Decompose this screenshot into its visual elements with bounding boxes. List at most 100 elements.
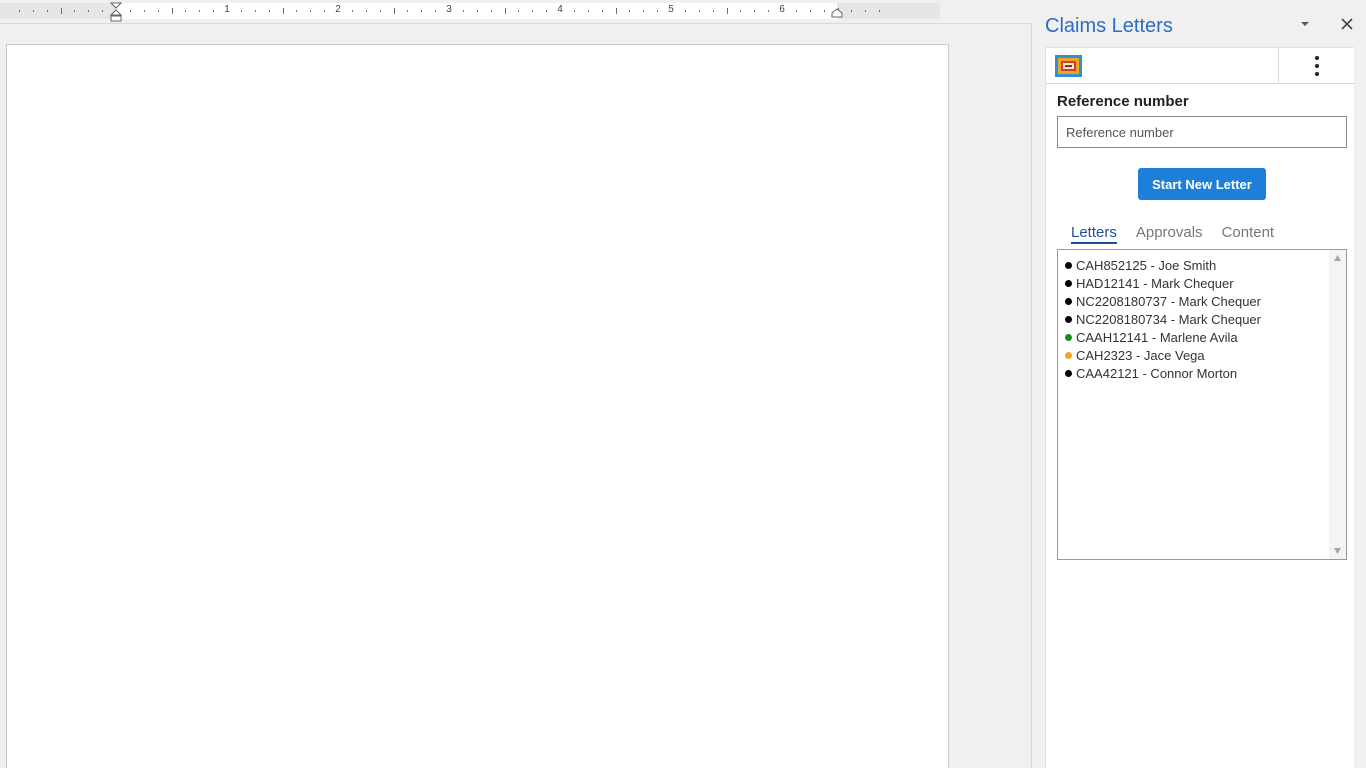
ruler-tick bbox=[379, 10, 381, 12]
list-items: CAH852125 - Joe Smith HAD12141 - Mark Che… bbox=[1065, 256, 1325, 382]
ruler-tick bbox=[504, 8, 506, 14]
ruler-tick bbox=[726, 8, 728, 14]
status-dot-icon bbox=[1065, 315, 1072, 323]
ruler-tick bbox=[573, 10, 575, 12]
status-dot-icon bbox=[1065, 333, 1072, 341]
ruler-tick bbox=[768, 10, 770, 12]
list-item-label: HAD12141 - Mark Chequer bbox=[1076, 275, 1234, 291]
ruler-number: 6 bbox=[779, 4, 785, 15]
ruler-tick bbox=[435, 10, 437, 12]
ruler-tick bbox=[171, 8, 173, 14]
list-item[interactable]: HAD12141 - Mark Chequer bbox=[1065, 274, 1325, 292]
ruler-number: 1 bbox=[224, 4, 230, 15]
ruler-tick bbox=[351, 10, 353, 12]
ruler-tick bbox=[712, 10, 714, 12]
ruler-tick bbox=[657, 10, 659, 12]
ruler-tick bbox=[462, 10, 464, 12]
status-dot-icon bbox=[1065, 297, 1072, 305]
ruler-tick bbox=[490, 10, 492, 12]
ruler-tick bbox=[851, 10, 853, 12]
ruler-number: 5 bbox=[668, 4, 674, 15]
ruler-tick bbox=[324, 10, 326, 12]
horizontal-ruler[interactable]: 1 2 3 4 5 6 bbox=[0, 0, 1032, 24]
scroll-down-icon[interactable] bbox=[1333, 547, 1342, 555]
list-item-label: NC2208180734 - Mark Chequer bbox=[1076, 311, 1261, 327]
ruler-tick bbox=[60, 8, 62, 14]
right-indent-marker-icon[interactable] bbox=[831, 8, 843, 18]
ruler-tick bbox=[185, 10, 187, 12]
list-item[interactable]: NC2208180734 - Mark Chequer bbox=[1065, 310, 1325, 328]
status-dot-icon bbox=[1065, 279, 1072, 287]
ruler-tick bbox=[407, 10, 409, 12]
ruler-tick bbox=[629, 10, 631, 12]
ruler-tick bbox=[643, 10, 645, 12]
ruler-tick bbox=[268, 10, 270, 12]
ruler-tick bbox=[879, 10, 881, 12]
ruler-tick bbox=[18, 10, 20, 12]
list-item[interactable]: CAA42121 - Connor Morton bbox=[1065, 364, 1325, 382]
status-dot-icon bbox=[1065, 261, 1072, 269]
ruler-tick bbox=[213, 10, 215, 12]
list-item[interactable]: CAAH12141 - Marlene Avila bbox=[1065, 328, 1325, 346]
ruler-number: 3 bbox=[446, 4, 452, 15]
status-dot-icon bbox=[1065, 351, 1072, 359]
start-new-letter-button[interactable]: Start New Letter bbox=[1138, 168, 1266, 200]
ruler-strip bbox=[0, 3, 940, 19]
list-item[interactable]: CAH852125 - Joe Smith bbox=[1065, 256, 1325, 274]
ruler-tick bbox=[601, 10, 603, 12]
reference-number-input[interactable] bbox=[1057, 116, 1347, 148]
ruler-tick bbox=[865, 10, 867, 12]
ruler-tick bbox=[88, 10, 90, 12]
ruler-tick bbox=[809, 10, 811, 12]
ruler-tick bbox=[102, 10, 104, 12]
tab-bar: Letters Approvals Content bbox=[1071, 224, 1274, 244]
ruler-number: 2 bbox=[335, 4, 341, 15]
list-scrollbar[interactable] bbox=[1329, 250, 1346, 559]
ruler-tick bbox=[254, 10, 256, 12]
list-item-label: CAAH12141 - Marlene Avila bbox=[1076, 329, 1238, 345]
task-pane: Claims Letters Reference number Referenc… bbox=[1033, 0, 1366, 768]
ruler-left-margin bbox=[0, 3, 116, 19]
ruler-tick bbox=[698, 10, 700, 12]
ruler-tick bbox=[754, 10, 756, 12]
ruler-tick bbox=[199, 10, 201, 12]
ruler-tick bbox=[143, 10, 145, 12]
status-dot-icon bbox=[1065, 369, 1072, 377]
tab-content[interactable]: Content bbox=[1222, 224, 1275, 244]
ruler-tick bbox=[32, 10, 34, 12]
list-item[interactable]: NC2208180737 - Mark Chequer bbox=[1065, 292, 1325, 310]
ruler-tick bbox=[518, 10, 520, 12]
ruler-tick bbox=[310, 10, 312, 12]
tab-letters[interactable]: Letters bbox=[1071, 224, 1117, 244]
ruler-tick bbox=[587, 10, 589, 12]
more-vertical-icon bbox=[1315, 56, 1319, 76]
addin-body: Reference number Start New Letter Letter… bbox=[1045, 47, 1355, 768]
letters-list[interactable]: CAH852125 - Joe Smith HAD12141 - Mark Che… bbox=[1057, 249, 1347, 560]
list-item-label: CAH852125 - Joe Smith bbox=[1076, 257, 1217, 273]
ruler-tick bbox=[365, 10, 367, 12]
list-item-label: CAH2323 - Jace Vega bbox=[1076, 347, 1205, 363]
document-page[interactable] bbox=[6, 44, 949, 768]
close-icon[interactable] bbox=[1336, 13, 1358, 35]
ruler-tick bbox=[795, 10, 797, 12]
ruler-tick bbox=[74, 10, 76, 12]
tab-approvals[interactable]: Approvals bbox=[1136, 224, 1203, 244]
reference-number-label: Reference number bbox=[1057, 93, 1189, 110]
ruler-tick bbox=[546, 10, 548, 12]
ruler-right-margin bbox=[837, 3, 940, 19]
ruler-tick bbox=[393, 8, 395, 14]
more-options-button[interactable] bbox=[1278, 48, 1355, 84]
ruler-tick bbox=[532, 10, 534, 12]
indent-marker-icon[interactable] bbox=[110, 2, 122, 22]
pane-title: Claims Letters bbox=[1045, 15, 1173, 37]
scroll-up-icon[interactable] bbox=[1333, 254, 1342, 262]
addin-header bbox=[1046, 48, 1355, 84]
chevron-down-icon[interactable] bbox=[1295, 14, 1315, 34]
ruler-tick bbox=[740, 10, 742, 12]
ruler-tick bbox=[129, 10, 131, 12]
list-item[interactable]: CAH2323 - Jace Vega bbox=[1065, 346, 1325, 364]
addin-logo-icon bbox=[1055, 55, 1082, 77]
ruler-number: 4 bbox=[557, 4, 563, 15]
ruler-tick bbox=[823, 10, 825, 12]
ruler-tick bbox=[684, 10, 686, 12]
